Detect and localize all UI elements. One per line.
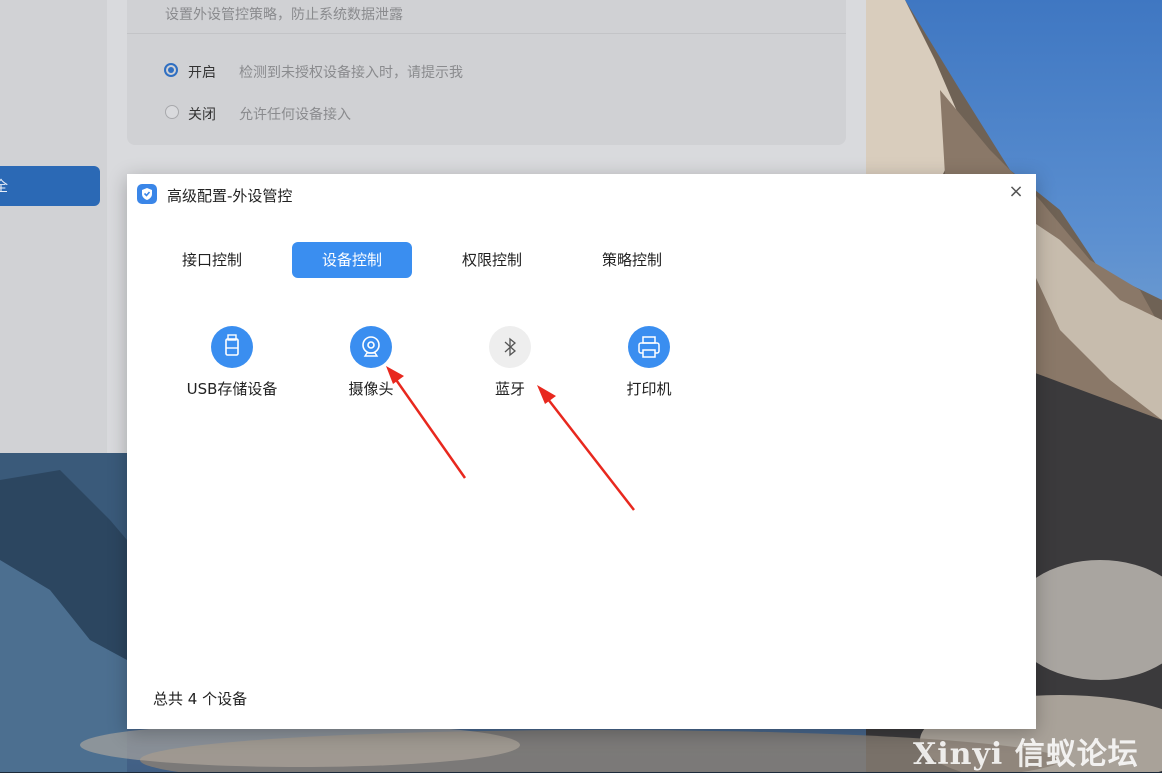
tab-interface-control[interactable]: 接口控制 bbox=[152, 242, 272, 278]
security-shield-icon bbox=[137, 184, 157, 204]
background-policy-description: 设置外设管控策略，防止系统数据泄露 bbox=[165, 7, 403, 23]
option-enable-description: 检测到未授权设备接入时，请提示我 bbox=[239, 65, 463, 81]
device-camera[interactable]: 摄像头 bbox=[301, 326, 441, 399]
background-sidebar: 户 护 护 护 全 bbox=[0, 0, 107, 453]
device-bluetooth[interactable]: 蓝牙 bbox=[440, 326, 580, 399]
background-sidebar-active-label: 全 bbox=[0, 179, 8, 195]
camera-icon bbox=[350, 326, 392, 368]
option-enable-label: 开启 bbox=[188, 65, 216, 81]
device-label: 蓝牙 bbox=[494, 380, 525, 398]
option-disable-description: 允许任何设备接入 bbox=[239, 107, 351, 123]
background-sidebar-item-active[interactable]: 全 bbox=[0, 166, 100, 206]
close-button[interactable]: × bbox=[1006, 182, 1026, 202]
bluetooth-icon bbox=[489, 326, 531, 368]
tab-policy-control[interactable]: 策略控制 bbox=[572, 242, 692, 278]
option-disable-label: 关闭 bbox=[188, 107, 216, 123]
usb-storage-icon bbox=[211, 326, 253, 368]
divider bbox=[127, 33, 846, 34]
device-count: 总共 4 个设备 bbox=[153, 690, 248, 708]
tab-device-control[interactable]: 设备控制 bbox=[292, 242, 412, 278]
dialog-title: 高级配置-外设管控 bbox=[167, 187, 293, 205]
tab-permission-control[interactable]: 权限控制 bbox=[432, 242, 552, 278]
device-label: 打印机 bbox=[626, 380, 672, 398]
device-usb-storage[interactable]: USB存储设备 bbox=[162, 326, 302, 399]
forum-watermark: Xinyi 信蚁论坛 bbox=[913, 737, 1139, 772]
printer-icon bbox=[628, 326, 670, 368]
radio-enable[interactable] bbox=[164, 63, 178, 77]
device-label: USB存储设备 bbox=[186, 380, 278, 398]
radio-disable[interactable] bbox=[165, 105, 179, 119]
device-label: 摄像头 bbox=[348, 380, 394, 398]
device-printer[interactable]: 打印机 bbox=[579, 326, 719, 399]
